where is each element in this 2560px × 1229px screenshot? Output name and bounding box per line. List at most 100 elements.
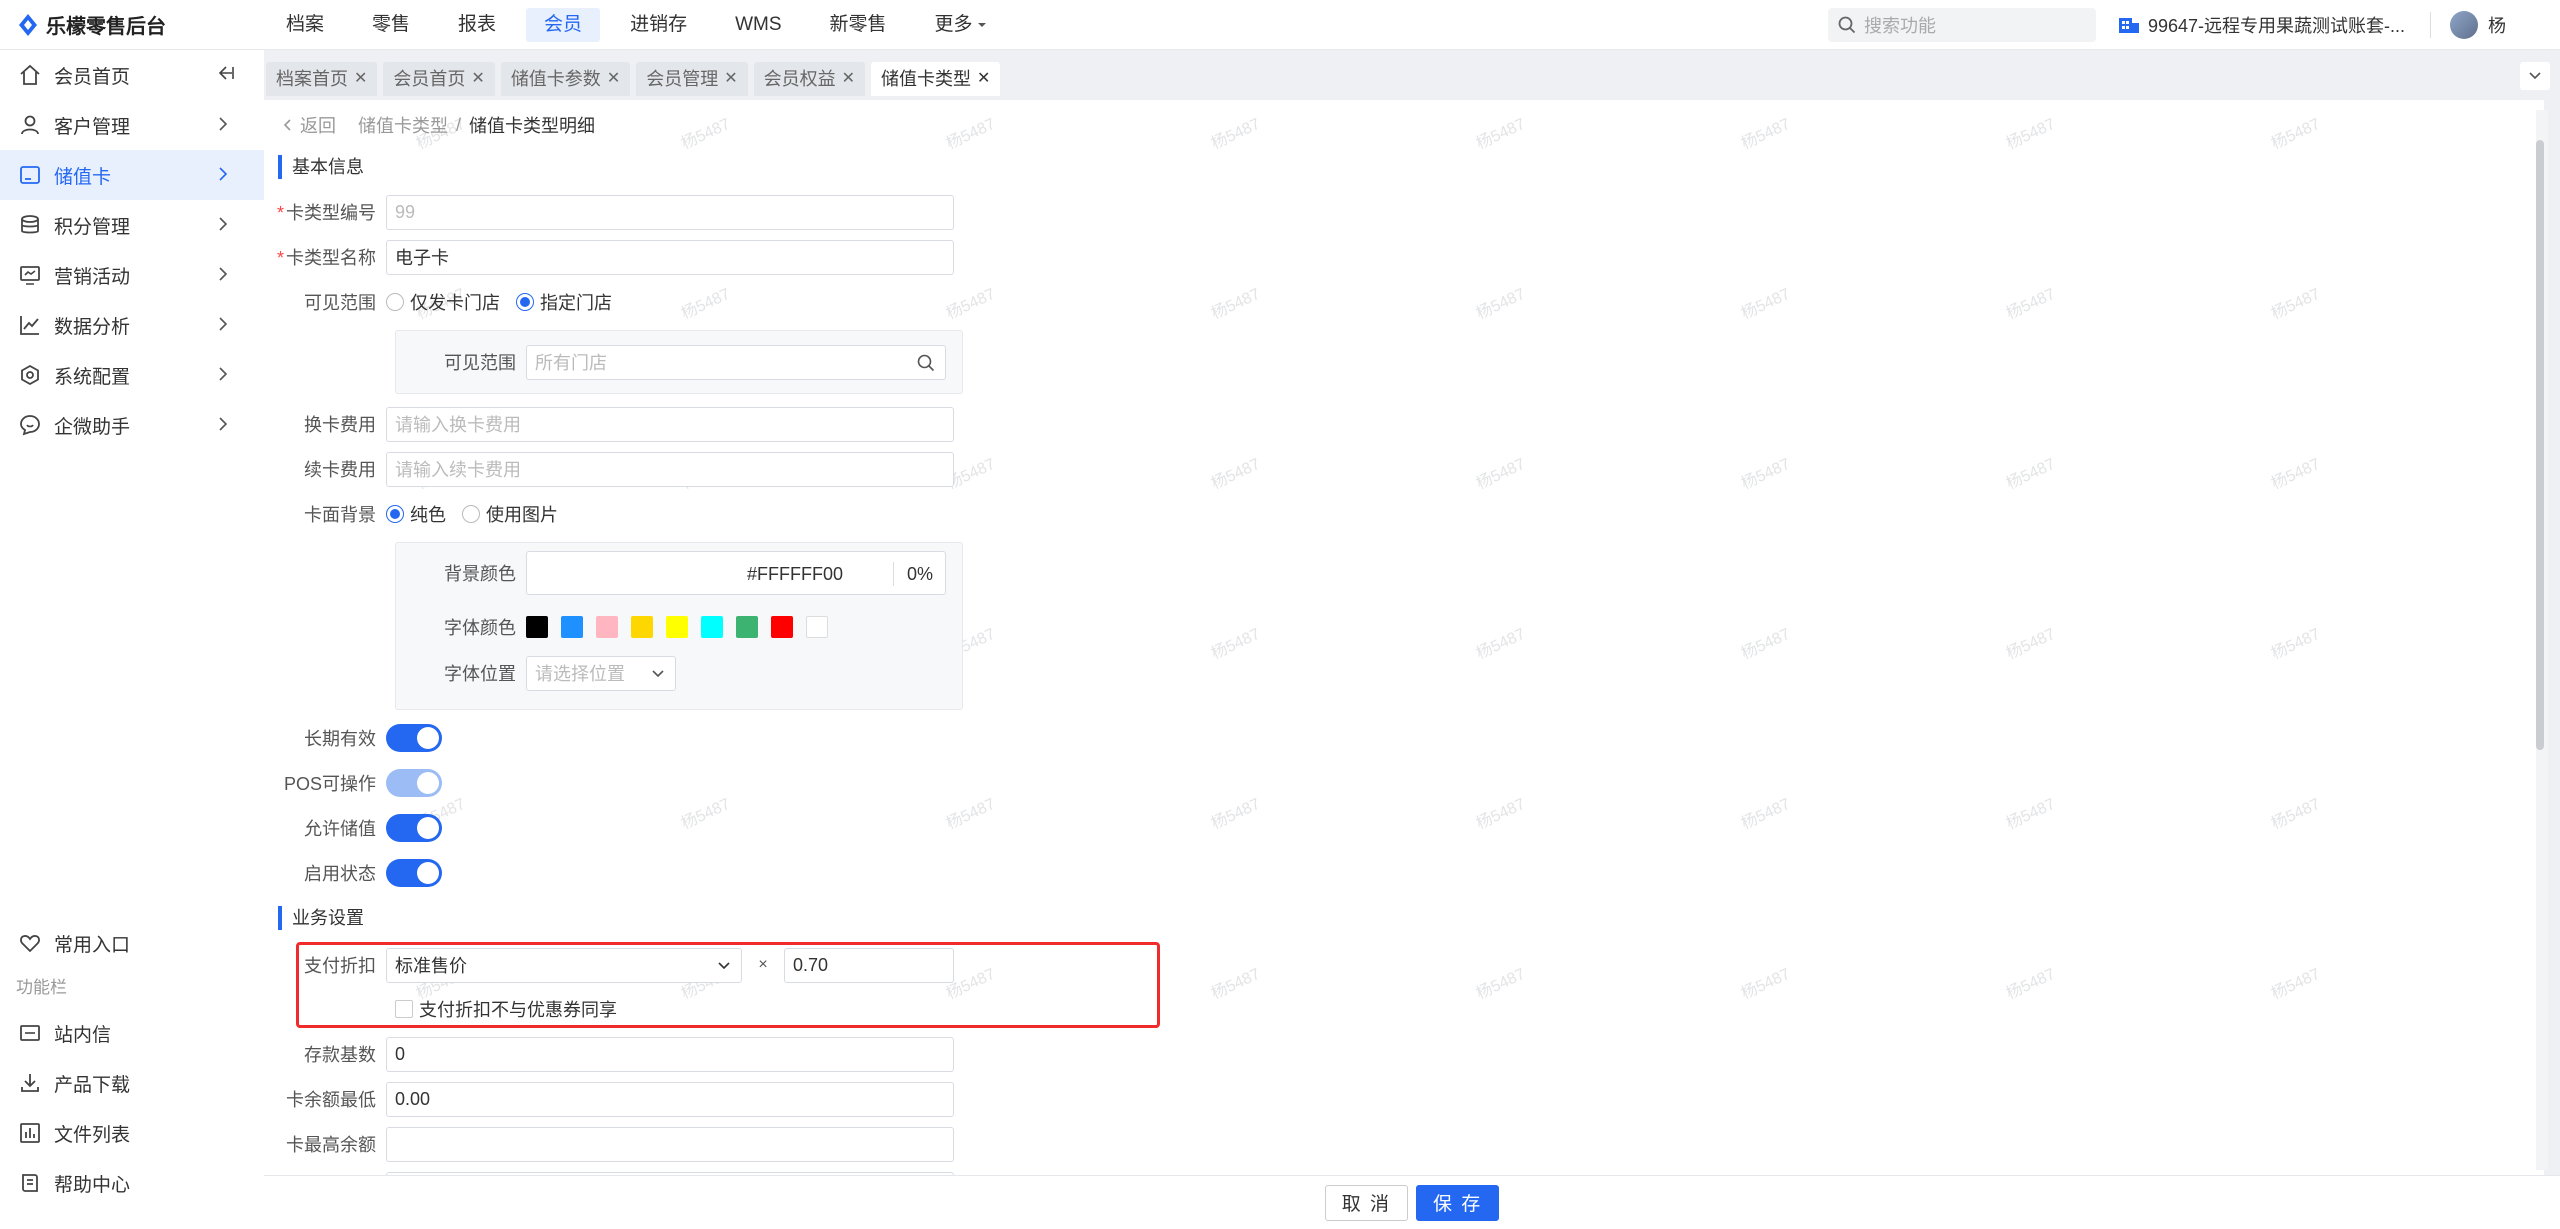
color-swatch-4[interactable] bbox=[631, 616, 653, 638]
renew-fee-input[interactable]: 请输入续卡费用 bbox=[386, 451, 954, 487]
store-selector[interactable]: 99647-远程专用果蔬测试账套-... bbox=[2118, 0, 2405, 50]
tabs-dropdown-button[interactable] bbox=[2520, 62, 2550, 90]
enable-status-switch[interactable] bbox=[386, 859, 442, 887]
sidebar-item-help[interactable]: 帮助中心 bbox=[0, 1158, 264, 1208]
watermark-text: 杨5487 bbox=[2003, 625, 2058, 663]
required-mark: * bbox=[276, 248, 284, 268]
sidebar-item-analytics[interactable]: 数据分析 bbox=[0, 300, 264, 350]
tab-card-type[interactable]: 储值卡类型 ✕ bbox=[871, 62, 1001, 96]
cancel-button[interactable]: 取 消 bbox=[1324, 1184, 1408, 1221]
breadcrumb-parent[interactable]: 储值卡类型 bbox=[358, 112, 448, 138]
long-valid-switch[interactable] bbox=[386, 724, 442, 752]
sidebar-item-stored-card[interactable]: 储值卡 bbox=[0, 150, 264, 200]
sidebar-item-files[interactable]: 文件列表 bbox=[0, 1108, 264, 1158]
change-fee-input[interactable]: 请输入换卡费用 bbox=[386, 406, 954, 442]
chevron-right-icon bbox=[218, 116, 228, 138]
form-row-sub-visible: 可见范围 所有门店 bbox=[396, 344, 946, 380]
book-icon bbox=[18, 1171, 42, 1195]
deposit-label: 存款基数 bbox=[304, 1045, 376, 1065]
color-swatch-5[interactable] bbox=[666, 616, 688, 638]
deposit-base-input[interactable]: 0 bbox=[386, 1036, 954, 1072]
allow-store-switch[interactable] bbox=[386, 814, 442, 842]
search-input[interactable]: 搜索功能 bbox=[1828, 8, 2096, 42]
nav-item-report[interactable]: 报表 bbox=[440, 8, 514, 42]
card-type-name-input[interactable]: 电子卡 bbox=[386, 239, 954, 275]
close-icon[interactable]: ✕ bbox=[842, 62, 855, 96]
card-type-code-input[interactable]: 99 bbox=[386, 194, 954, 230]
bg-color-value: #FFFFFF00 bbox=[747, 564, 844, 584]
radio-solid-color[interactable]: 纯色 bbox=[386, 501, 446, 527]
bg-color-picker[interactable]: #FFFFFF00 0% bbox=[526, 551, 946, 595]
sidebar-item-points[interactable]: 积分管理 bbox=[0, 200, 264, 250]
radio-specified-store[interactable]: 指定门店 bbox=[516, 289, 612, 315]
sidebar-item-inbox[interactable]: 站内信 bbox=[0, 1008, 264, 1058]
watermark-text: 杨5487 bbox=[2003, 795, 2058, 833]
sidebar-item-customer[interactable]: 客户管理 bbox=[0, 100, 264, 150]
collapse-sidebar-icon[interactable] bbox=[216, 63, 236, 89]
chevron-right-icon bbox=[218, 416, 228, 438]
store-select-input[interactable]: 所有门店 bbox=[526, 344, 946, 380]
watermark-text: 杨5487 bbox=[1208, 965, 1263, 1003]
color-swatch-3[interactable] bbox=[596, 616, 618, 638]
coupon-exclusive-checkbox[interactable] bbox=[395, 1000, 413, 1018]
min-balance-input[interactable]: 0.00 bbox=[386, 1081, 954, 1117]
sidebar-item-member-home[interactable]: 会员首页 bbox=[0, 50, 264, 100]
chevron-right-icon bbox=[218, 316, 228, 338]
close-icon[interactable]: ✕ bbox=[977, 62, 990, 96]
nav-item-member[interactable]: 会员 bbox=[526, 7, 601, 42]
color-swatch-2[interactable] bbox=[561, 616, 583, 638]
save-button[interactable]: 保 存 bbox=[1416, 1184, 1500, 1221]
color-swatch-7[interactable] bbox=[736, 616, 758, 638]
tab-member-manage[interactable]: 会员管理 ✕ bbox=[636, 62, 748, 96]
sidebar-item-label: 储值卡 bbox=[54, 166, 112, 188]
color-swatch-9[interactable] bbox=[806, 616, 828, 638]
sidebar-item-favorites[interactable]: 常用入口 bbox=[0, 918, 264, 968]
sidebar-item-marketing[interactable]: 营销活动 bbox=[0, 250, 264, 300]
tab-archive-home[interactable]: 档案首页 ✕ bbox=[266, 62, 378, 96]
font-position-select[interactable]: 请选择位置 bbox=[526, 655, 676, 691]
watermark-text: 杨5487 bbox=[678, 285, 733, 323]
close-icon[interactable]: ✕ bbox=[607, 62, 620, 96]
search-icon bbox=[1838, 16, 1856, 34]
nav-item-wms[interactable]: WMS bbox=[717, 8, 799, 42]
max-balance-input[interactable] bbox=[386, 1126, 954, 1162]
nav-item-archive[interactable]: 档案 bbox=[268, 8, 342, 42]
close-icon[interactable]: ✕ bbox=[471, 62, 484, 96]
nav-item-more[interactable]: 更多 bbox=[917, 8, 1005, 42]
discount-rate-input[interactable]: 0.70 bbox=[784, 947, 954, 983]
sidebar-item-wecom-assistant[interactable]: 企微助手 bbox=[0, 400, 264, 450]
scrollbar[interactable] bbox=[2536, 110, 2548, 1170]
scrollbar-thumb[interactable] bbox=[2536, 140, 2544, 750]
chevron-down-icon bbox=[2529, 72, 2541, 80]
sidebar-item-label: 站内信 bbox=[54, 1024, 112, 1046]
user-menu[interactable]: 杨 bbox=[2450, 0, 2506, 50]
nav-item-retail[interactable]: 零售 bbox=[354, 8, 428, 42]
close-icon[interactable]: ✕ bbox=[354, 62, 367, 96]
tab-label: 会员权益 bbox=[763, 69, 836, 89]
color-swatch-8[interactable] bbox=[771, 616, 793, 638]
back-link[interactable]: 返回 bbox=[282, 112, 336, 138]
radio-circle bbox=[386, 505, 404, 523]
color-swatch-6[interactable] bbox=[701, 616, 723, 638]
sidebar-item-label: 系统配置 bbox=[54, 366, 131, 388]
watermark-text: 杨5487 bbox=[1738, 115, 1793, 153]
nav-item-new-retail[interactable]: 新零售 bbox=[812, 8, 905, 42]
radio-label: 仅发卡门店 bbox=[410, 293, 500, 313]
tab-member-home[interactable]: 会员首页 ✕ bbox=[383, 62, 495, 96]
watermark-text: 杨5487 bbox=[1208, 795, 1263, 833]
color-swatch-1[interactable] bbox=[526, 616, 548, 638]
radio-issuing-store[interactable]: 仅发卡门店 bbox=[386, 289, 500, 315]
sidebar-item-download[interactable]: 产品下载 bbox=[0, 1058, 264, 1108]
discount-price-select[interactable]: 标准售价 bbox=[386, 947, 742, 983]
tab-member-rights[interactable]: 会员权益 ✕ bbox=[753, 62, 866, 96]
nav-item-inventory[interactable]: 进销存 bbox=[612, 8, 705, 42]
close-icon[interactable]: ✕ bbox=[724, 62, 737, 96]
sidebar-item-label: 常用入口 bbox=[54, 934, 131, 956]
tab-card-params[interactable]: 储值卡参数 ✕ bbox=[500, 62, 631, 96]
pos-operable-switch[interactable] bbox=[386, 769, 442, 797]
sidebar-item-system-config[interactable]: 系统配置 bbox=[0, 350, 264, 400]
chevron-right-icon bbox=[218, 366, 228, 388]
brand-logo[interactable]: 乐檬零售后台 bbox=[18, 10, 268, 39]
watermark-text: 杨5487 bbox=[943, 115, 998, 153]
radio-use-image[interactable]: 使用图片 bbox=[462, 501, 558, 527]
